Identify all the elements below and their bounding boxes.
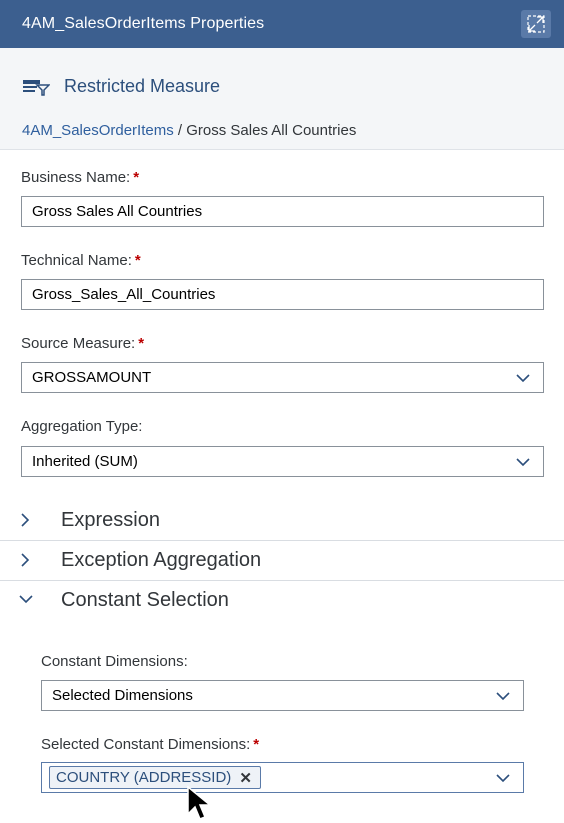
restricted-measure-icon [23, 79, 50, 96]
technical-name-label-text: Technical Name: [21, 252, 132, 269]
object-header: Restricted Measure 4AM_SalesOrderItems /… [0, 48, 564, 150]
technical-name-input[interactable]: Gross_Sales_All_Countries [21, 279, 544, 310]
technical-name-value: Gross_Sales_All_Countries [32, 286, 216, 303]
chevron-down-icon [19, 595, 33, 604]
expand-button[interactable] [521, 10, 551, 38]
required-asterisk: * [138, 335, 145, 352]
breadcrumb-current: Gross Sales All Countries [186, 122, 357, 139]
panel-exception-aggregation-header[interactable]: Exception Aggregation [0, 540, 564, 580]
panel-expression-header[interactable]: Expression [0, 500, 564, 540]
aggregation-type-label: Aggregation Type: [21, 418, 142, 435]
source-measure-value: GROSSAMOUNT [32, 369, 152, 386]
panel-expression-title: Expression [61, 508, 160, 531]
source-measure-select[interactable]: GROSSAMOUNT [21, 362, 544, 393]
required-asterisk: * [253, 736, 260, 753]
constant-dimensions-value: Selected Dimensions [52, 687, 193, 704]
chevron-down-icon[interactable] [495, 771, 511, 785]
business-name-label: Business Name: * [21, 169, 139, 186]
constant-dimensions-label: Constant Dimensions: [41, 653, 188, 670]
selected-constant-dimensions-label: Selected Constant Dimensions: * [41, 736, 259, 753]
chevron-down-icon[interactable] [495, 689, 511, 703]
constant-dimensions-select[interactable]: Selected Dimensions [41, 680, 524, 711]
source-measure-label: Source Measure: * [21, 335, 144, 352]
panel-constant-selection-header[interactable]: Constant Selection [0, 580, 564, 620]
business-name-input[interactable]: Gross Sales All Countries [21, 196, 544, 227]
breadcrumb: 4AM_SalesOrderItems / Gross Sales All Co… [22, 122, 356, 139]
required-asterisk: * [134, 252, 141, 269]
chevron-right-icon [21, 553, 30, 567]
required-asterisk: * [133, 169, 140, 186]
breadcrumb-separator: / [173, 122, 187, 139]
chevron-down-icon[interactable] [515, 455, 531, 469]
aggregation-type-label-text: Aggregation Type: [21, 418, 143, 435]
object-type-row: Restricted Measure [22, 76, 220, 97]
panel-exception-aggregation-title: Exception Aggregation [61, 548, 262, 571]
token-remove-icon[interactable]: ✕ [239, 769, 252, 787]
chevron-right-icon [21, 513, 30, 527]
dialog-title-bar: 4AM_SalesOrderItems Properties [0, 0, 564, 48]
token-text: COUNTRY (ADDRESSID) [56, 769, 232, 786]
selected-constant-dimensions-label-text: Selected Constant Dimensions: [41, 736, 251, 753]
business-name-value: Gross Sales All Countries [32, 203, 203, 220]
breadcrumb-link[interactable]: 4AM_SalesOrderItems [22, 122, 174, 139]
aggregation-type-select[interactable]: Inherited (SUM) [21, 446, 544, 477]
expand-icon [527, 15, 545, 33]
source-measure-label-text: Source Measure: [21, 335, 136, 352]
technical-name-label: Technical Name: * [21, 252, 141, 269]
business-name-label-text: Business Name: [21, 169, 131, 186]
aggregation-type-value: Inherited (SUM) [32, 453, 138, 470]
selected-constant-dimensions-multiinput[interactable]: COUNTRY (ADDRESSID) ✕ [41, 762, 524, 793]
chevron-down-icon[interactable] [515, 371, 531, 385]
object-type-label: Restricted Measure [64, 76, 221, 96]
panel-constant-selection-title: Constant Selection [61, 588, 229, 611]
mouse-cursor-icon [187, 786, 213, 820]
constant-dimensions-label-text: Constant Dimensions: [41, 653, 188, 670]
dialog-title: 4AM_SalesOrderItems Properties [22, 15, 265, 32]
dimension-token[interactable]: COUNTRY (ADDRESSID) ✕ [49, 766, 261, 789]
